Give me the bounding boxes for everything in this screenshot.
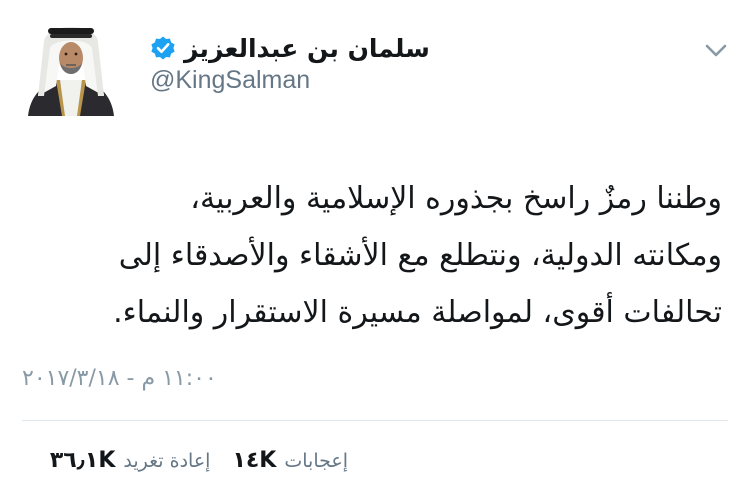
tweet-line: ومكانته الدولية، ونتطلع مع الأشقاء والأص… xyxy=(118,238,722,273)
tweet-line: تحالفات أقوى، لمواصلة مسيرة الاستقرار وا… xyxy=(113,295,722,330)
user-handle[interactable]: @KingSalman xyxy=(150,66,310,95)
display-name[interactable]: سلمان بن عبدالعزيز xyxy=(184,34,430,63)
tweet-line: وطننا رمزٌ راسخ بجذوره الإسلامية والعربي… xyxy=(190,181,722,216)
retweets-stat[interactable]: إعادة تغريد ٣٦٫١K xyxy=(50,448,211,473)
retweets-count: ٣٦٫١K xyxy=(49,448,116,473)
tweet-text: وطننا رمزٌ راسخ بجذوره الإسلامية والعربي… xyxy=(30,170,722,341)
likes-stat[interactable]: إعجابات ١٤K xyxy=(232,448,348,473)
verified-badge-icon xyxy=(150,35,176,61)
retweets-label: إعادة تغريد xyxy=(123,450,211,472)
chevron-down-icon[interactable] xyxy=(702,40,730,60)
tweet-timestamp[interactable]: ١١:٠٠ م - ٢٠١٧/٣/١٨ xyxy=(22,366,217,391)
avatar[interactable] xyxy=(22,12,120,116)
divider xyxy=(22,420,728,421)
tweet-stats: إعجابات ١٤K إعادة تغريد ٣٦٫١K xyxy=(22,448,348,482)
likes-label: إعجابات xyxy=(284,450,348,472)
likes-count: ١٤K xyxy=(232,448,277,473)
author-name-row[interactable]: سلمان بن عبدالعزيز xyxy=(150,30,430,66)
